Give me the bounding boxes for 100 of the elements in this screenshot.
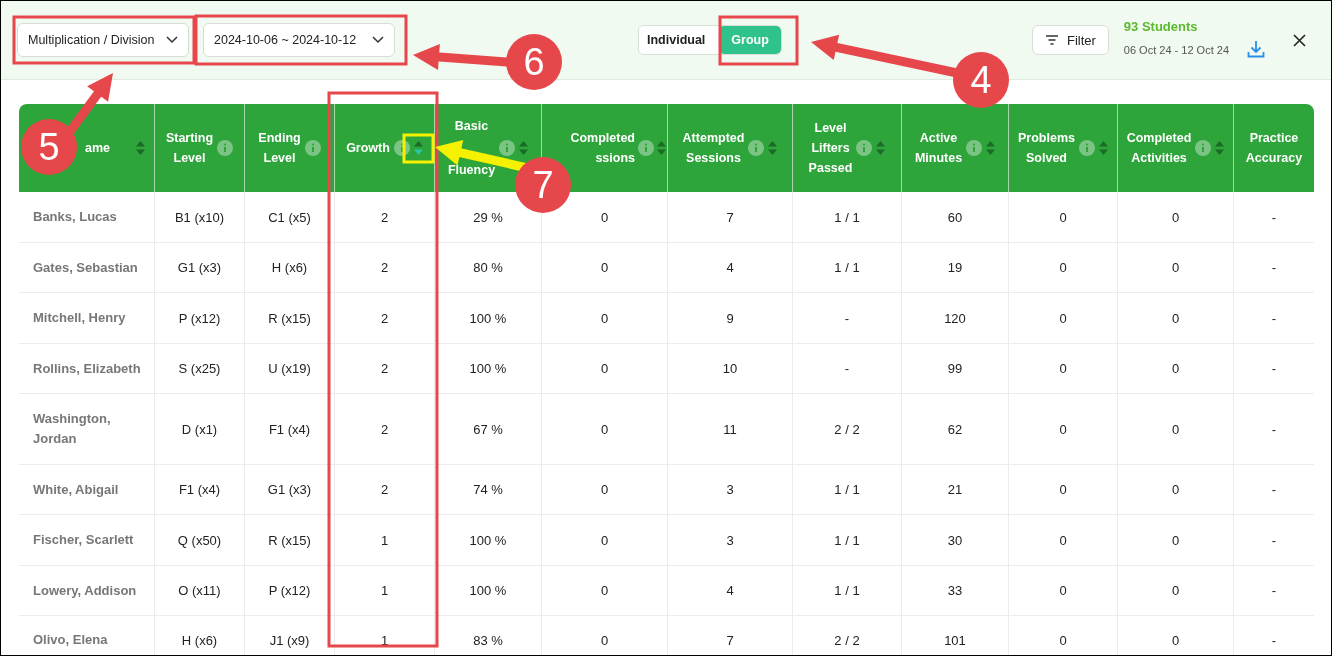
- table-cell: 1: [380, 632, 389, 648]
- table-cell: G1 (x3): [267, 482, 312, 497]
- table-cell: 0: [600, 421, 609, 437]
- table-cell: 0: [1171, 209, 1180, 225]
- table-cell: 30: [947, 532, 963, 548]
- table-cell: 29 %: [473, 209, 503, 225]
- column-header[interactable]: Starting Level: [165, 128, 214, 168]
- table-cell: 0: [1171, 260, 1180, 275]
- table-cell: 33: [947, 583, 963, 598]
- table-cell: R (x15): [268, 532, 311, 548]
- table-cell: 0: [1171, 361, 1180, 376]
- table-cell: 0: [1059, 310, 1067, 326]
- info-icon[interactable]: [1195, 140, 1212, 156]
- column-header[interactable]: Practice Accuracy: [1245, 128, 1303, 168]
- table-cell: 1 / 1: [834, 209, 860, 225]
- table-cell: 0: [1171, 632, 1180, 648]
- info-icon[interactable]: [748, 140, 765, 156]
- sort-icon[interactable]: [413, 141, 423, 155]
- table-cell: H (x6): [271, 260, 308, 275]
- table-cell: O (x11): [178, 583, 221, 598]
- table-cell: 0: [600, 482, 609, 497]
- table-cell: 11: [723, 421, 737, 437]
- student-name: White, Abigail: [33, 480, 119, 499]
- student-name: Lowery, Addison: [33, 581, 137, 600]
- table-cell: 0: [600, 632, 609, 648]
- table-cell: 1 / 1: [834, 532, 860, 548]
- table-cell: 80 %: [473, 260, 503, 275]
- sort-icon[interactable]: [876, 141, 886, 155]
- table-cell: 2 / 2: [834, 632, 860, 648]
- table-cell: 2: [380, 310, 389, 326]
- table-cell: 9: [726, 310, 734, 326]
- info-icon[interactable]: [856, 140, 873, 156]
- table-cell: 100 %: [469, 361, 507, 376]
- sort-icon[interactable]: [657, 141, 666, 155]
- info-icon[interactable]: [499, 140, 516, 156]
- column-header[interactable]: Growth: [346, 138, 390, 158]
- date-range-dropdown[interactable]: 2024-10-06 ~ 2024-10-12: [203, 23, 395, 57]
- table-cell: Q (x50): [177, 532, 222, 548]
- table-cell: 83 %: [473, 632, 503, 648]
- column-header[interactable]: ame: [85, 138, 111, 158]
- student-name: Gates, Sebastian: [33, 258, 138, 277]
- filter-icon: [1044, 35, 1059, 45]
- column-header[interactable]: Level Lifters Passed: [808, 118, 853, 178]
- table-cell: 0: [1171, 482, 1180, 497]
- table-cell: -: [1271, 260, 1277, 275]
- column-header[interactable]: Ending Level: [258, 128, 301, 168]
- sort-icon[interactable]: [136, 141, 146, 155]
- column-header[interactable]: Completed ssions: [570, 128, 635, 168]
- step-marker: 7: [515, 157, 571, 213]
- table-cell: 4: [726, 260, 734, 275]
- table-cell: 1: [380, 583, 389, 598]
- info-icon[interactable]: [393, 140, 410, 156]
- table-cell: U (x19): [268, 361, 311, 376]
- table-cell: 0: [1059, 260, 1067, 275]
- table-cell: 0: [1059, 482, 1067, 497]
- table-cell: 1 / 1: [834, 482, 860, 497]
- info-icon[interactable]: [1079, 140, 1095, 156]
- column-header[interactable]: Basic Fluency: [447, 104, 496, 192]
- table-cell: 4: [726, 583, 734, 598]
- sort-icon[interactable]: [519, 141, 529, 155]
- table-cell: 0: [1059, 532, 1067, 548]
- table-cell: 0: [1059, 632, 1067, 648]
- sort-icon[interactable]: [1099, 141, 1108, 155]
- table-cell: 0: [600, 361, 609, 376]
- info-icon[interactable]: [966, 140, 983, 156]
- date-summary: 06 Oct 24 - 12 Oct 24: [1123, 43, 1229, 56]
- table-cell: 0: [1171, 421, 1180, 437]
- info-icon[interactable]: [217, 140, 234, 156]
- table-cell: D (x1): [181, 421, 218, 437]
- sort-icon[interactable]: [768, 141, 778, 155]
- table-cell: 120: [944, 310, 966, 326]
- table-cell: G1 (x3): [177, 260, 222, 275]
- table-cell: -: [1271, 482, 1277, 497]
- table-cell: 0: [600, 583, 609, 598]
- table-cell: 0: [600, 310, 609, 326]
- view-tab[interactable]: Group: [719, 26, 781, 54]
- table-cell: 0: [1171, 310, 1180, 326]
- column-header[interactable]: Completed Activities: [1126, 128, 1192, 168]
- filter-button[interactable]: Filter: [1031, 25, 1109, 55]
- close-icon[interactable]: [1293, 33, 1306, 47]
- student-name: Rollins, Elizabeth: [33, 359, 141, 378]
- table-cell: 60: [947, 209, 963, 225]
- sort-icon[interactable]: [986, 141, 996, 155]
- table-cell: 2: [380, 421, 389, 437]
- table-cell: R (x15): [268, 310, 311, 326]
- download-icon[interactable]: [1247, 40, 1265, 58]
- table-cell: 74 %: [473, 482, 503, 497]
- table-cell: -: [1271, 361, 1277, 376]
- info-icon[interactable]: [638, 140, 654, 156]
- table-cell: -: [1271, 310, 1277, 326]
- operation-dropdown[interactable]: Multiplication / Division: [17, 23, 189, 57]
- column-header[interactable]: Active Minutes: [914, 128, 963, 168]
- info-icon[interactable]: [304, 140, 321, 156]
- table-cell: 7: [726, 209, 734, 225]
- table-cell: 21: [947, 482, 963, 497]
- sort-icon[interactable]: [1215, 141, 1225, 155]
- table-cell: -: [844, 310, 850, 326]
- column-header[interactable]: Problems Solved: [1018, 128, 1075, 168]
- table-cell: -: [1271, 421, 1277, 437]
- column-header[interactable]: Attempted Sessions: [682, 128, 745, 168]
